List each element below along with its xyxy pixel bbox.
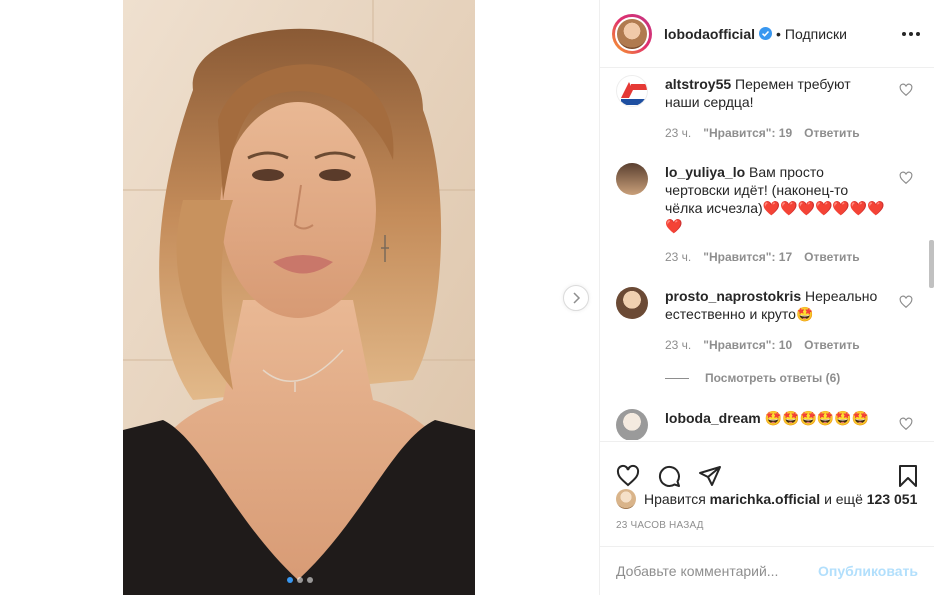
view-replies-label: Посмотреть ответы (6) bbox=[705, 371, 841, 385]
heart-outline-icon[interactable] bbox=[899, 417, 913, 431]
replies-line bbox=[665, 377, 689, 379]
carousel-dot bbox=[297, 577, 303, 583]
more-dots-icon[interactable] bbox=[902, 31, 920, 36]
following-button[interactable]: Подписки bbox=[785, 26, 847, 42]
comment-content: 🤩🤩🤩🤩🤩🤩 bbox=[764, 410, 870, 426]
comment-bubble-icon[interactable] bbox=[657, 464, 681, 488]
reply-button[interactable]: Ответить bbox=[804, 338, 859, 352]
comment-username[interactable]: lo_yuliya_lo bbox=[665, 164, 745, 180]
comment-time[interactable]: 23 ч. bbox=[665, 338, 691, 352]
like-heart-icon[interactable] bbox=[616, 464, 640, 488]
comment-likes[interactable]: "Нравится": 17 bbox=[703, 250, 792, 264]
comment-username[interactable]: loboda_dream bbox=[665, 410, 761, 426]
comment-meta: 23 ч. "Нравится": 10 Ответить bbox=[665, 338, 860, 352]
likes-count[interactable]: 123 051 bbox=[867, 491, 918, 507]
media-area bbox=[0, 0, 600, 595]
reply-button[interactable]: Ответить bbox=[804, 250, 859, 264]
reply-button[interactable]: Ответить bbox=[804, 126, 859, 140]
comment-username[interactable]: prosto_naprostokris bbox=[665, 288, 801, 304]
liker-avatar[interactable] bbox=[616, 489, 636, 509]
comment-text: lo_yuliya_lo Вам просто чертовски идёт! … bbox=[665, 163, 887, 235]
altstroy-logo-icon bbox=[621, 82, 647, 105]
likes-prefix: Нравится bbox=[644, 491, 706, 507]
carousel-indicator bbox=[287, 577, 313, 583]
add-comment-bar: Опубликовать bbox=[600, 546, 934, 595]
avatar bbox=[615, 16, 649, 51]
bookmark-icon[interactable] bbox=[896, 464, 920, 488]
comments-list: altstroy55 Перемен требуют наши сердца! … bbox=[600, 69, 934, 440]
comment-item: loboda_dream 🤩🤩🤩🤩🤩🤩 bbox=[616, 409, 921, 440]
chevron-right-icon bbox=[573, 292, 581, 304]
post-photo[interactable] bbox=[123, 0, 475, 595]
liker-username[interactable]: marichka.official bbox=[710, 491, 821, 507]
commenter-avatar[interactable] bbox=[616, 409, 648, 440]
verified-badge-icon bbox=[759, 27, 772, 40]
view-replies-button[interactable]: Посмотреть ответы (6) bbox=[665, 371, 840, 385]
comment-likes[interactable]: "Нравится": 10 bbox=[703, 338, 792, 352]
comment-time[interactable]: 23 ч. bbox=[665, 126, 691, 140]
heart-outline-icon[interactable] bbox=[899, 171, 913, 185]
instagram-post-page: lobodaofficial • Подписки altstroy55 Пер… bbox=[0, 0, 934, 595]
comment-meta: 23 ч. "Нравится": 17 Ответить bbox=[665, 250, 860, 264]
heart-outline-icon[interactable] bbox=[899, 83, 913, 97]
comment-text: prosto_naprostokris Нереально естественн… bbox=[665, 287, 887, 323]
commenter-avatar[interactable] bbox=[616, 287, 648, 319]
comment-likes[interactable]: "Нравится": 19 bbox=[703, 126, 792, 140]
commenter-avatar[interactable] bbox=[616, 163, 648, 195]
post-timestamp[interactable]: 23 ЧАСОВ НАЗАД bbox=[616, 520, 704, 531]
dot bbox=[916, 31, 920, 36]
dot bbox=[902, 31, 906, 36]
dot bbox=[909, 31, 913, 36]
comment-input[interactable] bbox=[616, 563, 819, 579]
post-header: lobodaofficial • Подписки bbox=[600, 0, 934, 68]
header-separator: • bbox=[776, 25, 781, 42]
photo-illustration bbox=[123, 0, 475, 595]
comment-meta: 23 ч. "Нравится": 19 Ответить bbox=[665, 126, 860, 140]
comment-text: altstroy55 Перемен требуют наши сердца! bbox=[665, 75, 887, 111]
comment-text: loboda_dream 🤩🤩🤩🤩🤩🤩 bbox=[665, 409, 887, 427]
comment-item: altstroy55 Перемен требуют наши сердца! … bbox=[616, 75, 921, 145]
share-direct-icon[interactable] bbox=[698, 464, 722, 488]
next-photo-button[interactable] bbox=[563, 285, 589, 311]
likes-summary: Нравится marichka.official и ещё 123 051 bbox=[616, 489, 917, 509]
carousel-dot bbox=[287, 577, 293, 583]
comments-scrollbar[interactable] bbox=[929, 240, 934, 288]
heart-outline-icon[interactable] bbox=[899, 295, 913, 309]
publish-button[interactable]: Опубликовать bbox=[818, 563, 918, 579]
commenter-avatar[interactable] bbox=[616, 75, 648, 107]
comment-item: lo_yuliya_lo Вам просто чертовски идёт! … bbox=[616, 163, 921, 273]
author-avatar[interactable] bbox=[612, 13, 652, 54]
author-username[interactable]: lobodaofficial bbox=[664, 26, 755, 42]
comment-item: prosto_naprostokris Нереально естественн… bbox=[616, 287, 921, 357]
comment-time[interactable]: 23 ч. bbox=[665, 250, 691, 264]
carousel-dot bbox=[307, 577, 313, 583]
comment-username[interactable]: altstroy55 bbox=[665, 76, 731, 92]
post-side-panel: lobodaofficial • Подписки altstroy55 Пер… bbox=[600, 0, 934, 595]
likes-middle: и ещё bbox=[824, 491, 863, 507]
